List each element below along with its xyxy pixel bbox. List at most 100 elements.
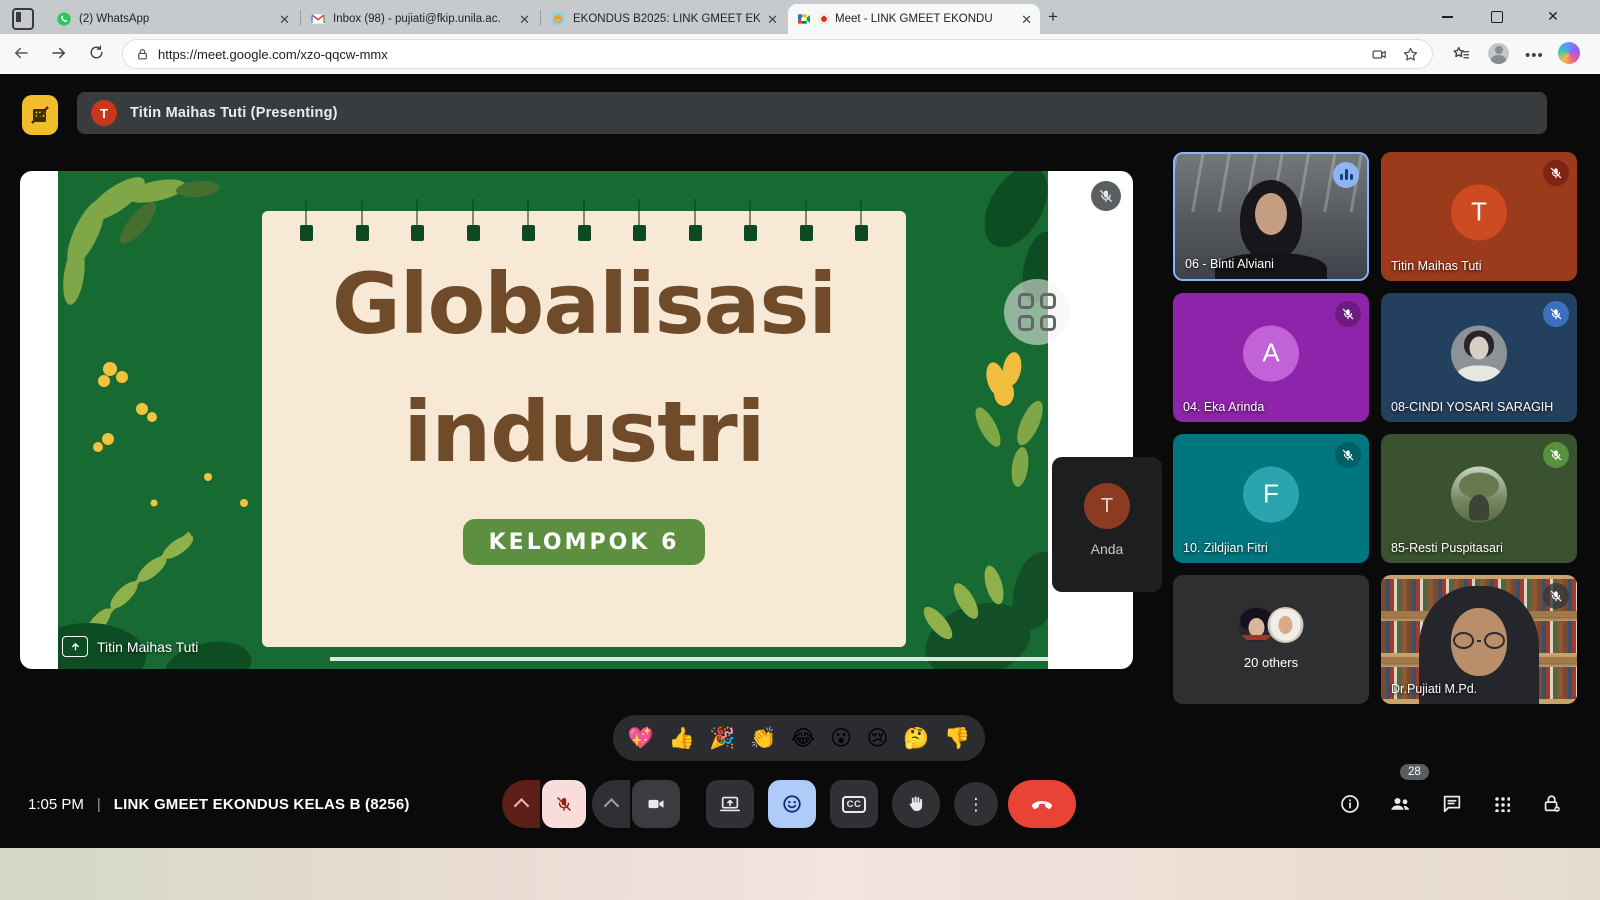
participant-name: 04. Eka Arinda <box>1183 400 1264 414</box>
tab-divider <box>540 10 541 26</box>
browser-toolbar: https://meet.google.com/xzo-qqcw-mmx ••• <box>0 34 1600 74</box>
reaction-heart-button[interactable]: 💖 <box>628 728 654 749</box>
present-screen-button[interactable] <box>706 780 754 828</box>
slide-title-line2: industri <box>262 383 906 481</box>
slide-grid-button[interactable] <box>1004 279 1070 345</box>
presenter-name-label: Titin Maihas Tuti <box>97 639 198 655</box>
mic-muted-button[interactable] <box>542 780 586 828</box>
tab-title: EKONDUS B2025: LINK GMEET EK <box>573 13 761 25</box>
browser-menu-icon[interactable]: ••• <box>1525 47 1544 64</box>
participant-photo-avatar <box>1451 325 1507 381</box>
camera-button[interactable] <box>632 780 680 828</box>
reaction-party-button[interactable]: 🎉 <box>709 728 735 749</box>
tab-whatsapp[interactable]: (2) WhatsApp ✕ <box>48 4 298 34</box>
tab-gmail[interactable]: Inbox (98) - pujiati@fkip.unila.ac. ✕ <box>302 4 538 34</box>
forward-button[interactable] <box>50 44 68 62</box>
keyboard-disabled-warning-icon[interactable] <box>22 95 58 135</box>
participant-avatar: T <box>1451 184 1507 240</box>
browser-tab-strip: (2) WhatsApp ✕ Inbox (98) - pujiati@fkip… <box>0 0 1600 34</box>
reactions-button[interactable] <box>768 780 816 828</box>
tab-title: Inbox (98) - pujiati@fkip.unila.ac. <box>333 13 513 25</box>
profile-avatar[interactable] <box>1488 43 1509 64</box>
participant-tile-binti[interactable]: 06 - Binti Alviani <box>1173 152 1369 281</box>
mic-options-chevron[interactable] <box>502 780 540 828</box>
tab-recording-indicator-icon <box>819 14 829 24</box>
cc-label: CC <box>842 796 867 813</box>
participant-tile-titin[interactable]: T Titin Maihas Tuti <box>1381 152 1577 281</box>
reaction-cry-button[interactable]: 😢 <box>867 728 889 749</box>
tab-close-icon[interactable]: ✕ <box>1021 13 1032 26</box>
presentation-stage[interactable]: Globalisasi industri KELOMPOK 6 <box>20 171 1133 669</box>
participant-tile-resti[interactable]: 85-Resti Puspitasari <box>1381 434 1577 563</box>
more-options-button[interactable]: ⋮ <box>954 782 998 826</box>
tab-title: (2) WhatsApp <box>79 13 273 25</box>
slide-title-line1: Globalisasi <box>262 255 906 353</box>
leave-call-button[interactable] <box>1008 780 1076 828</box>
refresh-button[interactable] <box>88 44 105 61</box>
camera-options-chevron[interactable] <box>592 780 630 828</box>
reaction-clap-button[interactable]: 👏 <box>750 728 776 749</box>
favorites-bar-icon[interactable] <box>1452 45 1470 63</box>
favorite-star-icon[interactable] <box>1402 46 1419 63</box>
mic-off-badge-icon <box>1335 301 1361 327</box>
window-minimize-button[interactable] <box>1424 0 1470 33</box>
tab-divider <box>300 10 301 26</box>
window-maximize-button[interactable] <box>1474 0 1520 33</box>
participant-name: Dr.Pujiati M.Pd. <box>1391 682 1477 696</box>
self-view-tile[interactable]: T Anda <box>1052 457 1162 592</box>
self-avatar: T <box>1084 483 1130 529</box>
mic-off-badge-icon <box>1335 442 1361 468</box>
site-permissions-icon[interactable] <box>136 48 149 61</box>
address-bar[interactable]: https://meet.google.com/xzo-qqcw-mmx <box>122 39 1433 69</box>
tab-ekondus[interactable]: EKONDUS B2025: LINK GMEET EK ✕ <box>542 4 786 34</box>
tab-close-icon[interactable]: ✕ <box>767 13 778 26</box>
people-panel-button[interactable] <box>1386 780 1414 828</box>
participant-name: 10. Zildjian Fitri <box>1183 541 1268 555</box>
camera-control-group <box>592 780 680 828</box>
tab-close-icon[interactable]: ✕ <box>519 13 530 26</box>
captions-button[interactable]: CC <box>830 780 878 828</box>
reaction-thinking-button[interactable]: 🤔 <box>903 728 929 749</box>
screen: (2) WhatsApp ✕ Inbox (98) - pujiati@fkip… <box>0 0 1600 900</box>
participant-tile-zildjian[interactable]: F 10. Zildjian Fitri <box>1173 434 1369 563</box>
tab-meet-active[interactable]: Meet - LINK GMEET EKONDU ✕ <box>788 4 1040 34</box>
host-controls-button[interactable] <box>1538 780 1566 828</box>
chat-panel-button[interactable] <box>1438 780 1466 828</box>
reaction-surprise-button[interactable]: 😮 <box>830 728 852 749</box>
presenter-avatar: T <box>91 100 117 126</box>
url-text[interactable]: https://meet.google.com/xzo-qqcw-mmx <box>158 47 388 62</box>
copilot-icon[interactable] <box>1558 42 1580 64</box>
participant-tile-cindi[interactable]: 08-CINDI YOSARI SARAGIH <box>1381 293 1577 422</box>
tab-search-icon[interactable] <box>12 8 34 30</box>
speaking-indicator-icon <box>1333 162 1359 188</box>
presenter-mic-off-badge <box>1091 181 1121 211</box>
participant-count-badge: 28 <box>1400 764 1429 780</box>
google-meet-icon <box>796 11 812 27</box>
reaction-thumbsdown-button[interactable]: 👎 <box>944 728 970 749</box>
activities-button[interactable] <box>1488 780 1516 828</box>
new-tab-button[interactable]: + <box>1044 8 1062 26</box>
back-button[interactable] <box>12 44 30 62</box>
slide-group-badge: KELOMPOK 6 <box>463 519 705 565</box>
reactions-bar: 💖 👍 🎉 👏 😂 😮 😢 🤔 👎 <box>613 715 985 761</box>
meeting-details-button[interactable] <box>1336 780 1364 828</box>
participant-tile-eka[interactable]: A 04. Eka Arinda <box>1173 293 1369 422</box>
raise-hand-button[interactable] <box>892 780 940 828</box>
participant-tile-others[interactable]: 20 others <box>1173 575 1369 704</box>
camera-in-use-icon[interactable] <box>1371 46 1388 63</box>
meeting-info: 1:05 PM | LINK GMEET EKONDUS KELAS B (82… <box>28 780 410 828</box>
windows-taskbar: Search M365 13:05 <box>0 848 1600 900</box>
meeting-name: LINK GMEET EKONDUS KELAS B (8256) <box>114 796 410 813</box>
reaction-laugh-button[interactable]: 😂 <box>791 728 816 749</box>
tab-close-icon[interactable]: ✕ <box>279 13 290 26</box>
mic-control-group <box>502 780 586 828</box>
window-close-button[interactable]: ✕ <box>1530 0 1576 33</box>
lms-icon <box>550 11 566 27</box>
reaction-thumbsup-button[interactable]: 👍 <box>668 728 694 749</box>
presenting-banner: T Titin Maihas Tuti (Presenting) <box>77 92 1547 134</box>
others-count-label: 20 others <box>1173 655 1369 670</box>
mic-off-badge-icon <box>1543 583 1569 609</box>
participant-tile-pujiati[interactable]: Dr.Pujiati M.Pd. <box>1381 575 1577 704</box>
pin-icon <box>38 639 53 654</box>
participant-name: 85-Resti Puspitasari <box>1391 541 1503 555</box>
